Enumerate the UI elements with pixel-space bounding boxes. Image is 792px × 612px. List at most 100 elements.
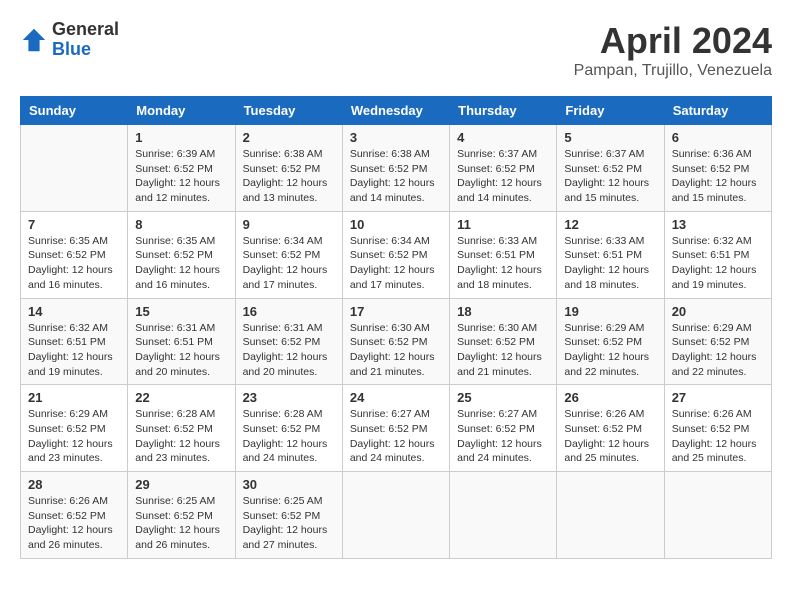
day-number: 16 [243,304,335,319]
day-number: 2 [243,130,335,145]
calendar-cell: 28Sunrise: 6:26 AMSunset: 6:52 PMDayligh… [21,472,128,559]
calendar-cell: 3 Sunrise: 6:38 AMSunset: 6:52 PMDaylight… [342,125,449,212]
logo-blue-text: Blue [52,40,119,60]
day-number: 11 [457,217,549,232]
calendar-cell: 14 Sunrise: 6:32 AMSunset: 6:51 PMDayligh… [21,298,128,385]
calendar-week-row: 1 Sunrise: 6:39 AMSunset: 6:52 PMDaylight… [21,125,772,212]
day-info: Sunrise: 6:26 AMSunset: 6:52 PMDaylight:… [672,407,764,466]
day-info: Sunrise: 6:30 AMSunset: 6:52 PMDaylight:… [457,321,549,380]
day-info: Sunrise: 6:38 AMSunset: 6:52 PMDaylight:… [350,147,442,206]
day-info: Sunrise: 6:27 AMSunset: 6:52 PMDaylight:… [457,407,549,466]
logo: General Blue [20,20,119,60]
day-number: 1 [135,130,227,145]
calendar-cell: 4 Sunrise: 6:37 AMSunset: 6:52 PMDaylight… [450,125,557,212]
day-info: Sunrise: 6:27 AMSunset: 6:52 PMDaylight:… [350,407,442,466]
day-info: Sunrise: 6:39 AMSunset: 6:52 PMDaylight:… [135,147,227,206]
day-number: 7 [28,217,120,232]
day-info: Sunrise: 6:31 AMSunset: 6:51 PMDaylight:… [135,321,227,380]
day-info: Sunrise: 6:35 AMSunset: 6:52 PMDaylight:… [28,234,120,293]
day-info: Sunrise: 6:28 AMSunset: 6:52 PMDaylight:… [135,407,227,466]
month-year: April 2024 [574,20,772,62]
day-info: Sunrise: 6:32 AMSunset: 6:51 PMDaylight:… [672,234,764,293]
calendar-cell: 15Sunrise: 6:31 AMSunset: 6:51 PMDayligh… [128,298,235,385]
day-info: Sunrise: 6:34 AMSunset: 6:52 PMDaylight:… [243,234,335,293]
day-number: 25 [457,390,549,405]
calendar-cell: 17Sunrise: 6:30 AMSunset: 6:52 PMDayligh… [342,298,449,385]
calendar-cell: 10 Sunrise: 6:34 AMSunset: 6:52 PMDayligh… [342,211,449,298]
col-header-tuesday: Tuesday [235,97,342,125]
day-info: Sunrise: 6:33 AMSunset: 6:51 PMDaylight:… [457,234,549,293]
calendar-cell: 21 Sunrise: 6:29 AMSunset: 6:52 PMDayligh… [21,385,128,472]
day-number: 19 [564,304,656,319]
day-number: 23 [243,390,335,405]
day-info: Sunrise: 6:30 AMSunset: 6:52 PMDaylight:… [350,321,442,380]
day-info: Sunrise: 6:38 AMSunset: 6:52 PMDaylight:… [243,147,335,206]
day-info: Sunrise: 6:28 AMSunset: 6:52 PMDaylight:… [243,407,335,466]
day-number: 20 [672,304,764,319]
day-number: 27 [672,390,764,405]
col-header-saturday: Saturday [664,97,771,125]
day-info: Sunrise: 6:25 AMSunset: 6:52 PMDaylight:… [135,494,227,553]
day-info: Sunrise: 6:34 AMSunset: 6:52 PMDaylight:… [350,234,442,293]
calendar-cell: 20 Sunrise: 6:29 AMSunset: 6:52 PMDayligh… [664,298,771,385]
day-info: Sunrise: 6:25 AMSunset: 6:52 PMDaylight:… [243,494,335,553]
calendar-cell: 5 Sunrise: 6:37 AMSunset: 6:52 PMDaylight… [557,125,664,212]
day-number: 26 [564,390,656,405]
day-number: 29 [135,477,227,492]
day-number: 4 [457,130,549,145]
calendar-cell: 25 Sunrise: 6:27 AMSunset: 6:52 PMDayligh… [450,385,557,472]
day-info: Sunrise: 6:32 AMSunset: 6:51 PMDaylight:… [28,321,120,380]
day-number: 21 [28,390,120,405]
calendar-week-row: 28Sunrise: 6:26 AMSunset: 6:52 PMDayligh… [21,472,772,559]
logo-general-text: General [52,20,119,40]
calendar-week-row: 14 Sunrise: 6:32 AMSunset: 6:51 PMDayligh… [21,298,772,385]
day-number: 8 [135,217,227,232]
day-number: 9 [243,217,335,232]
calendar-cell [21,125,128,212]
day-number: 24 [350,390,442,405]
day-number: 22 [135,390,227,405]
day-info: Sunrise: 6:29 AMSunset: 6:52 PMDaylight:… [672,321,764,380]
calendar-week-row: 7 Sunrise: 6:35 AMSunset: 6:52 PMDaylight… [21,211,772,298]
day-info: Sunrise: 6:26 AMSunset: 6:52 PMDaylight:… [28,494,120,553]
logo-icon [20,26,48,54]
page-header: General Blue April 2024 Pampan, Trujillo… [20,20,772,80]
day-info: Sunrise: 6:37 AMSunset: 6:52 PMDaylight:… [564,147,656,206]
calendar-cell: 8 Sunrise: 6:35 AMSunset: 6:52 PMDaylight… [128,211,235,298]
title-block: April 2024 Pampan, Trujillo, Venezuela [574,20,772,80]
calendar-cell: 19Sunrise: 6:29 AMSunset: 6:52 PMDayligh… [557,298,664,385]
day-number: 14 [28,304,120,319]
day-number: 10 [350,217,442,232]
day-info: Sunrise: 6:33 AMSunset: 6:51 PMDaylight:… [564,234,656,293]
calendar-cell: 23 Sunrise: 6:28 AMSunset: 6:52 PMDayligh… [235,385,342,472]
day-number: 13 [672,217,764,232]
day-info: Sunrise: 6:35 AMSunset: 6:52 PMDaylight:… [135,234,227,293]
day-number: 12 [564,217,656,232]
calendar-cell: 2 Sunrise: 6:38 AMSunset: 6:52 PMDaylight… [235,125,342,212]
calendar-cell: 16Sunrise: 6:31 AMSunset: 6:52 PMDayligh… [235,298,342,385]
calendar-table: SundayMondayTuesdayWednesdayThursdayFrid… [20,96,772,559]
calendar-cell: 13 Sunrise: 6:32 AMSunset: 6:51 PMDayligh… [664,211,771,298]
calendar-week-row: 21 Sunrise: 6:29 AMSunset: 6:52 PMDayligh… [21,385,772,472]
day-number: 18 [457,304,549,319]
day-info: Sunrise: 6:29 AMSunset: 6:52 PMDaylight:… [28,407,120,466]
calendar-cell: 22 Sunrise: 6:28 AMSunset: 6:52 PMDayligh… [128,385,235,472]
day-number: 5 [564,130,656,145]
calendar-cell: 26 Sunrise: 6:26 AMSunset: 6:52 PMDayligh… [557,385,664,472]
calendar-cell: 18 Sunrise: 6:30 AMSunset: 6:52 PMDayligh… [450,298,557,385]
day-info: Sunrise: 6:37 AMSunset: 6:52 PMDaylight:… [457,147,549,206]
calendar-cell [664,472,771,559]
calendar-header-row: SundayMondayTuesdayWednesdayThursdayFrid… [21,97,772,125]
calendar-cell: 27 Sunrise: 6:26 AMSunset: 6:52 PMDayligh… [664,385,771,472]
day-info: Sunrise: 6:36 AMSunset: 6:52 PMDaylight:… [672,147,764,206]
location: Pampan, Trujillo, Venezuela [574,62,772,80]
calendar-cell: 30 Sunrise: 6:25 AMSunset: 6:52 PMDayligh… [235,472,342,559]
calendar-cell: 11 Sunrise: 6:33 AMSunset: 6:51 PMDayligh… [450,211,557,298]
day-number: 30 [243,477,335,492]
calendar-cell: 12 Sunrise: 6:33 AMSunset: 6:51 PMDayligh… [557,211,664,298]
day-info: Sunrise: 6:26 AMSunset: 6:52 PMDaylight:… [564,407,656,466]
col-header-sunday: Sunday [21,97,128,125]
col-header-wednesday: Wednesday [342,97,449,125]
day-number: 3 [350,130,442,145]
calendar-cell [557,472,664,559]
